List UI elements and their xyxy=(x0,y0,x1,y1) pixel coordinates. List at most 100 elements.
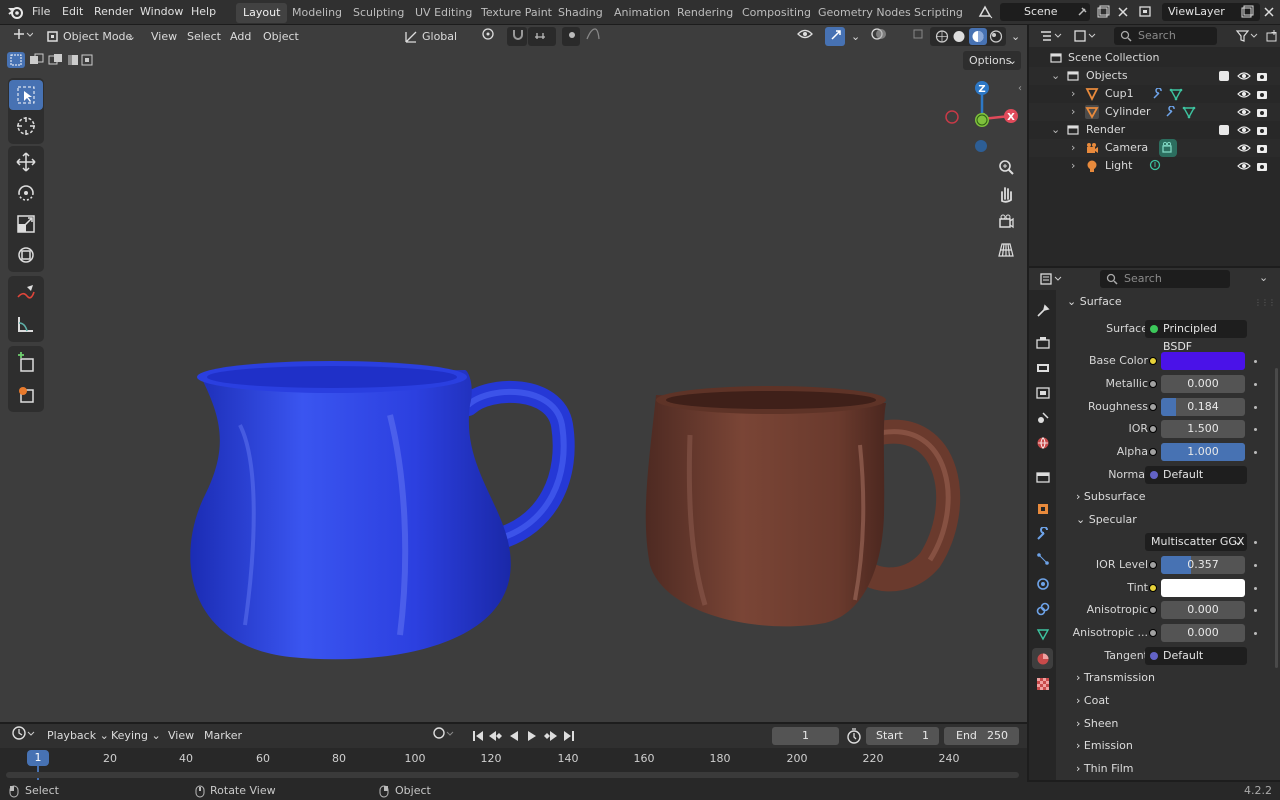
menu-add[interactable]: Add xyxy=(225,27,256,46)
menu-window[interactable]: Window xyxy=(140,0,183,24)
value-socket-icon[interactable] xyxy=(1149,629,1157,637)
chevron-down-icon[interactable]: ⌄ xyxy=(1051,121,1060,139)
properties-editor-type-icon[interactable] xyxy=(1037,270,1067,288)
value-socket-icon[interactable] xyxy=(1149,606,1157,614)
value-socket-icon[interactable] xyxy=(1149,561,1157,569)
current-frame-field[interactable]: 1 xyxy=(772,727,839,745)
scene-selector-icon[interactable] xyxy=(976,3,994,21)
new-scene-icon[interactable] xyxy=(1094,3,1112,21)
subsurface-section-header[interactable]: › Subsurface xyxy=(1076,488,1146,506)
camera-render-icon[interactable] xyxy=(1256,142,1268,154)
checkbox-checked-icon[interactable] xyxy=(1219,71,1229,81)
chevron-right-icon[interactable]: › xyxy=(1071,157,1075,175)
view-layer-tab-icon[interactable] xyxy=(1032,382,1053,403)
stopwatch-icon[interactable] xyxy=(845,727,863,745)
pivot-point-button[interactable] xyxy=(476,27,502,46)
outliner-row-camera[interactable]: › Camera xyxy=(1029,139,1280,157)
eye-icon[interactable] xyxy=(1237,106,1251,118)
tangent-field[interactable]: Default xyxy=(1145,647,1247,665)
material-tab-icon[interactable] xyxy=(1032,648,1053,669)
particles-tab-icon[interactable] xyxy=(1032,548,1053,569)
menu-object[interactable]: Object xyxy=(258,27,304,46)
modifier-wrench-icon[interactable] xyxy=(1152,88,1164,100)
tab-geometry-nodes[interactable]: Geometry Nodes xyxy=(811,3,918,23)
rotate-tool[interactable] xyxy=(9,178,43,208)
gizmo-dropdown[interactable]: ⌄ xyxy=(846,27,860,46)
checkbox-checked-icon[interactable] xyxy=(1219,125,1229,135)
normal-field[interactable]: Default xyxy=(1145,466,1247,484)
menu-keying[interactable]: Keying ⌄ xyxy=(106,726,166,745)
chevron-right-icon[interactable]: › xyxy=(1071,85,1075,103)
collection-tab-icon[interactable] xyxy=(1032,466,1053,487)
tab-animation[interactable]: Animation xyxy=(607,3,677,23)
light-data-icon[interactable] xyxy=(1148,159,1162,173)
anisotropic-field[interactable]: 0.000 xyxy=(1161,601,1245,619)
emission-section-header[interactable]: › Emission xyxy=(1076,737,1133,755)
gizmo-toggle[interactable] xyxy=(825,27,845,46)
timeline-editor-type-button[interactable] xyxy=(6,726,36,745)
sheen-section-header[interactable]: › Sheen xyxy=(1076,715,1118,733)
options-dropdown[interactable]: Options ⌄ xyxy=(963,51,1021,70)
ior-level-field[interactable]: 0.357 xyxy=(1161,556,1245,574)
annotate-tool[interactable] xyxy=(9,278,43,308)
constraints-tab-icon[interactable] xyxy=(1032,598,1053,619)
add-object-tool[interactable] xyxy=(9,379,43,409)
select-box-tool[interactable] xyxy=(9,80,43,110)
render-tab-icon[interactable] xyxy=(1032,332,1053,353)
outliner-row-cup1[interactable]: › Cup1 xyxy=(1029,85,1280,103)
camera-render-icon[interactable] xyxy=(1256,124,1268,136)
cursor-tool[interactable] xyxy=(9,111,43,141)
outliner-row-scene-collection[interactable]: Scene Collection xyxy=(1029,49,1280,67)
surface-shader-field[interactable]: Principled BSDF xyxy=(1145,320,1247,353)
chevron-right-icon[interactable]: › xyxy=(1071,139,1075,157)
menu-help[interactable]: Help xyxy=(191,0,216,24)
menu-render[interactable]: Render xyxy=(94,0,133,24)
camera-data-icon[interactable] xyxy=(1159,139,1177,157)
shading-dropdown[interactable]: ⌄ xyxy=(1006,27,1022,46)
scale-tool[interactable] xyxy=(9,209,43,239)
close-icon[interactable] xyxy=(1114,3,1132,21)
menu-playback[interactable]: Playback ⌄ xyxy=(42,726,114,745)
thin-film-section-header[interactable]: › Thin Film xyxy=(1076,760,1133,778)
scene-objects[interactable] xyxy=(160,325,1000,665)
keyframe-dot-icon[interactable] xyxy=(1254,428,1257,431)
menu-timeline-view[interactable]: View xyxy=(163,726,199,745)
keyframe-dot-icon[interactable] xyxy=(1254,360,1257,363)
outliner-row-light[interactable]: › Light xyxy=(1029,157,1280,175)
transmission-section-header[interactable]: › Transmission xyxy=(1076,669,1155,687)
value-socket-icon[interactable] xyxy=(1149,403,1157,411)
mesh-data-icon[interactable] xyxy=(1169,87,1183,101)
falloff-button[interactable] xyxy=(580,27,606,46)
outliner-row-render[interactable]: ⌄ Render xyxy=(1029,121,1280,139)
data-tab-icon[interactable] xyxy=(1032,623,1053,644)
zoom-button[interactable] xyxy=(994,155,1018,179)
eye-icon[interactable] xyxy=(1237,88,1251,100)
start-frame-field[interactable]: Start 1 xyxy=(866,727,939,745)
coat-section-header[interactable]: › Coat xyxy=(1076,692,1109,710)
color-socket-icon[interactable] xyxy=(1149,357,1157,365)
add-cube-tool[interactable] xyxy=(9,348,43,378)
camera-view-button[interactable] xyxy=(994,210,1018,234)
tab-compositing[interactable]: Compositing xyxy=(735,3,818,23)
menu-view[interactable]: View xyxy=(146,27,182,46)
auto-keying-toggle[interactable] xyxy=(427,726,461,745)
camera-render-icon[interactable] xyxy=(1256,70,1268,82)
eye-icon[interactable] xyxy=(1237,70,1251,82)
mesh-data-icon[interactable] xyxy=(1182,105,1196,119)
keyframe-dot-icon[interactable] xyxy=(1254,632,1257,635)
value-socket-icon[interactable] xyxy=(1149,425,1157,433)
object-mode-dropdown[interactable]: Object Mode ⌄ xyxy=(42,27,140,46)
modifier-tab-icon[interactable] xyxy=(1032,523,1053,544)
snap-toggle[interactable] xyxy=(507,27,527,46)
tab-rendering[interactable]: Rendering xyxy=(670,3,740,23)
transform-tool[interactable] xyxy=(9,240,43,270)
keyframe-dot-icon[interactable] xyxy=(1254,587,1257,590)
outliner-row-cylinder[interactable]: › Cylinder xyxy=(1029,103,1280,121)
ior-field[interactable]: 1.500 xyxy=(1161,420,1245,438)
xray-toggle[interactable] xyxy=(908,27,926,46)
camera-render-icon[interactable] xyxy=(1256,88,1268,100)
scene-tab-icon[interactable] xyxy=(1032,407,1053,428)
new-collection-icon[interactable] xyxy=(1263,27,1280,45)
navigation-gizmo[interactable]: Z X xyxy=(940,80,1020,155)
filter-icon[interactable] xyxy=(1233,27,1261,45)
